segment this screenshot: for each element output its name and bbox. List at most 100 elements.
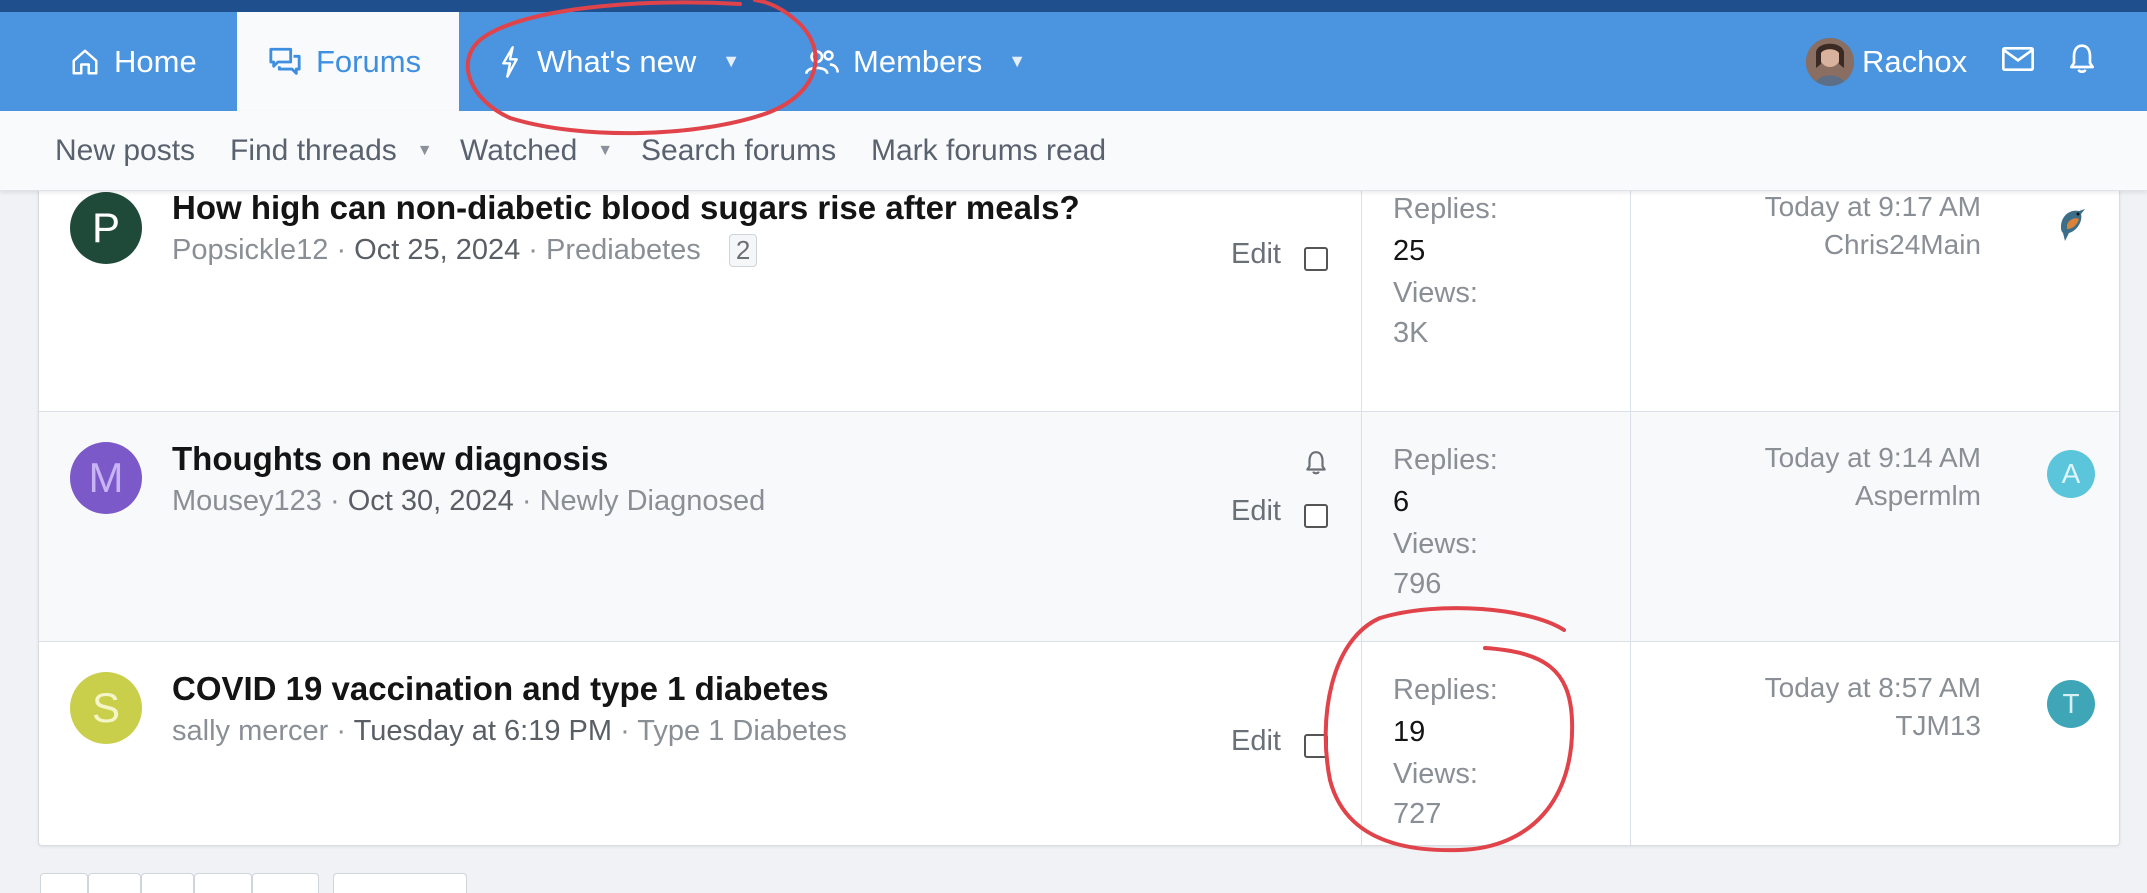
avatar xyxy=(1806,37,1854,86)
thread-date[interactable]: Oct 30, 2024 xyxy=(348,485,514,517)
edit-link[interactable]: Edit xyxy=(1231,495,1281,528)
subnav-find-threads-label: Find threads xyxy=(230,134,397,167)
last-post-time[interactable]: Today at 9:14 AM xyxy=(1765,442,1981,474)
views-label: Views: xyxy=(1393,277,1478,309)
edit-link[interactable]: Edit xyxy=(1231,238,1281,271)
chevron-down-icon[interactable]: ▼ xyxy=(1008,51,1026,72)
last-post-user[interactable]: Aspermlm xyxy=(1765,480,1981,512)
table-row: S COVID 19 vaccination and type 1 diabet… xyxy=(39,641,2119,845)
chevron-down-icon[interactable]: ▼ xyxy=(722,51,740,72)
last-post-time[interactable]: Today at 9:17 AM xyxy=(1765,191,1981,223)
chevron-down-icon[interactable]: ▼ xyxy=(417,142,433,160)
table-row: M Thoughts on new diagnosis Mousey123 · … xyxy=(39,411,2119,641)
subnav-search-forums[interactable]: Search forums xyxy=(641,111,836,191)
thread-stats: Replies: 6 Views: 796 xyxy=(1361,412,1631,641)
select-checkbox[interactable] xyxy=(1304,247,1328,271)
thread-meta: Mousey123 · Oct 30, 2024 · Newly Diagnos… xyxy=(172,485,766,517)
select-checkbox[interactable] xyxy=(1304,504,1328,528)
page-link[interactable]: 2 xyxy=(728,234,758,267)
views-count: 727 xyxy=(1393,798,1442,830)
thread-title[interactable]: How high can non-diabetic blood sugars r… xyxy=(172,189,1080,227)
thread-forum[interactable]: Prediabetes xyxy=(546,234,701,266)
pagination-button[interactable] xyxy=(333,873,467,893)
thread-meta: sally mercer · Tuesday at 6:19 PM · Type… xyxy=(172,715,847,747)
chevron-down-icon[interactable]: ▼ xyxy=(597,142,613,160)
tab-forums-label: Forums xyxy=(316,43,422,79)
thread-author[interactable]: sally mercer xyxy=(172,715,328,747)
avatar-letter: S xyxy=(91,684,120,731)
replies-label: Replies: xyxy=(1393,674,1498,706)
last-post: Today at 8:57 AM TJM13 xyxy=(1765,672,1981,742)
thread-forum[interactable]: Type 1 Diabetes xyxy=(637,715,847,747)
tab-members[interactable]: Members ▼ xyxy=(805,12,1026,111)
subnav-find-threads[interactable]: Find threads ▼ xyxy=(230,111,433,191)
pagination-button[interactable] xyxy=(141,873,194,893)
views-label: Views: xyxy=(1393,758,1478,790)
replies-label: Replies: xyxy=(1393,444,1498,476)
replies-count: 19 xyxy=(1393,716,1426,748)
avatar-letter: P xyxy=(91,204,120,251)
bolt-icon xyxy=(497,45,523,78)
username: Rachox xyxy=(1862,43,1968,79)
main-navbar: Home Forums What's new ▼ Members ▼ Racho… xyxy=(0,12,2147,111)
subnav-mark-forums-read[interactable]: Mark forums read xyxy=(871,111,1106,191)
thread-author[interactable]: Popsickle12 xyxy=(172,234,328,266)
watched-bell-icon xyxy=(1305,450,1327,481)
bird-avatar[interactable] xyxy=(2047,197,2095,245)
edit-link[interactable]: Edit xyxy=(1231,725,1281,758)
avatar[interactable]: P xyxy=(70,192,142,264)
replies-count: 25 xyxy=(1393,235,1426,267)
thread-date[interactable]: Tuesday at 6:19 PM xyxy=(354,715,612,747)
last-post-user[interactable]: Chris24Main xyxy=(1765,229,1981,261)
tab-whats-new[interactable]: What's new ▼ xyxy=(497,12,740,111)
avatar-letter: M xyxy=(88,454,124,501)
sub-navbar: New posts Find threads ▼ Watched ▼ Search … xyxy=(0,111,2147,191)
tab-home[interactable]: Home xyxy=(70,12,197,111)
avatar[interactable]: T xyxy=(2047,680,2095,728)
subnav-search-forums-label: Search forums xyxy=(641,134,837,167)
bell-icon[interactable] xyxy=(2068,43,2096,80)
avatar-letter: T xyxy=(2062,688,2080,719)
members-icon xyxy=(805,47,839,77)
last-post-time[interactable]: Today at 8:57 AM xyxy=(1765,672,1981,704)
thread-author[interactable]: Mousey123 xyxy=(172,485,322,517)
last-post-user[interactable]: TJM13 xyxy=(1765,710,1981,742)
thread-date[interactable]: Oct 25, 2024 xyxy=(354,234,520,266)
pagination-button[interactable] xyxy=(88,873,141,893)
tab-forums[interactable]: Forums xyxy=(237,12,459,111)
views-count: 796 xyxy=(1393,568,1442,600)
tab-members-label: Members xyxy=(853,43,983,79)
last-post: Today at 9:14 AM Aspermlm xyxy=(1765,442,1981,512)
thread-list: P How high can non-diabetic blood sugars… xyxy=(38,180,2120,846)
thread-meta: Popsickle12 · Oct 25, 2024 · Prediabetes… xyxy=(172,234,758,267)
thread-title[interactable]: COVID 19 vaccination and type 1 diabetes xyxy=(172,670,829,708)
mail-icon[interactable] xyxy=(2002,46,2034,77)
pagination-button[interactable] xyxy=(40,873,88,893)
subnav-watched-label: Watched xyxy=(460,134,578,167)
avatar[interactable]: A xyxy=(2047,450,2095,498)
avatar-letter: A xyxy=(2061,458,2081,489)
replies-label: Replies: xyxy=(1393,193,1498,225)
subnav-new-posts[interactable]: New posts xyxy=(55,111,195,191)
home-icon xyxy=(70,47,100,77)
replies-count: 6 xyxy=(1393,486,1410,518)
select-checkbox[interactable] xyxy=(1304,734,1328,758)
thread-title[interactable]: Thoughts on new diagnosis xyxy=(172,440,608,478)
pagination-button[interactable] xyxy=(194,873,252,893)
tab-whats-new-label: What's new xyxy=(537,43,697,79)
tab-home-label: Home xyxy=(114,43,197,79)
user-menu[interactable]: Rachox xyxy=(1806,12,1967,111)
subnav-new-posts-label: New posts xyxy=(55,134,196,167)
avatar[interactable]: S xyxy=(70,672,142,744)
thread-stats: Replies: 25 Views: 3K xyxy=(1361,181,1631,411)
avatar[interactable]: M xyxy=(70,442,142,514)
subnav-mark-forums-read-label: Mark forums read xyxy=(871,134,1107,167)
thread-stats: Replies: 19 Views: 727 xyxy=(1361,642,1631,845)
subnav-watched[interactable]: Watched ▼ xyxy=(460,111,613,191)
pagination-button[interactable] xyxy=(252,873,319,893)
thread-forum[interactable]: Newly Diagnosed xyxy=(540,485,766,517)
views-count: 3K xyxy=(1393,317,1429,349)
table-row: P How high can non-diabetic blood sugars… xyxy=(39,181,2119,411)
top-strip xyxy=(0,0,2147,12)
last-post: Today at 9:17 AM Chris24Main xyxy=(1765,191,1981,261)
